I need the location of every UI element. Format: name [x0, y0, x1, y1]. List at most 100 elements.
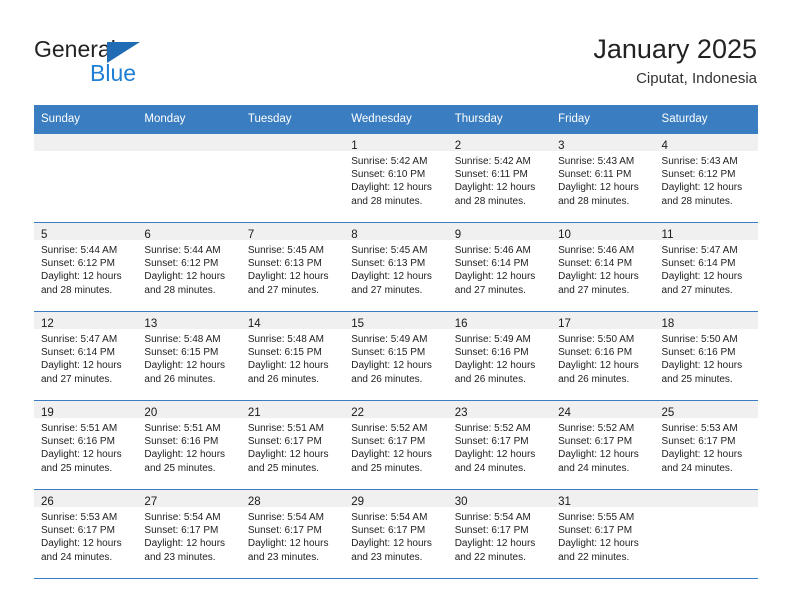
calendar-day-cell[interactable]: 4 Sunrise: 5:43 AM Sunset: 6:12 PM Daylight…	[654, 133, 758, 223]
weekday-header-wednesday: Wednesday	[344, 105, 448, 134]
daylight-text-line2: and 28 minutes.	[144, 284, 216, 296]
daylight-text-line2: and 24 minutes.	[454, 462, 526, 474]
calendar-day-cell[interactable]: 12 Sunrise: 5:47 AM Sunset: 6:14 PM Dayligh…	[34, 311, 138, 401]
day-number-band: 15	[344, 312, 448, 330]
sunset-text: Sunset: 6:14 PM	[558, 258, 633, 270]
title-block: January 2025 Ciputat, Indonesia	[593, 33, 757, 89]
calendar-day-cell[interactable]: 19 Sunrise: 5:51 AM Sunset: 6:16 PM Dayligh…	[34, 400, 138, 490]
sunrise-text: Sunrise: 5:51 AM	[41, 423, 118, 434]
calendar-day-cell[interactable]: 3 Sunrise: 5:43 AM Sunset: 6:11 PM Daylight…	[551, 133, 655, 223]
calendar-day-cell[interactable]: 7 Sunrise: 5:45 AM Sunset: 6:13 PM Daylight…	[240, 222, 345, 312]
calendar-day-cell[interactable]: 28 Sunrise: 5:54 AM Sunset: 6:17 PM Dayligh…	[240, 489, 345, 579]
day-number-band: 7	[240, 223, 345, 241]
daylight-text-line1: Daylight: 12 hours	[558, 182, 639, 194]
day-cell-body: Sunrise: 5:54 AM Sunset: 6:17 PM Daylight:…	[448, 507, 551, 564]
day-number: 16	[454, 318, 468, 330]
day-number-band: 19	[34, 401, 138, 419]
day-cell-body: Sunrise: 5:43 AM Sunset: 6:12 PM Daylight:…	[655, 151, 758, 208]
day-cell-body: Sunrise: 5:42 AM Sunset: 6:10 PM Daylight:…	[344, 151, 447, 208]
calendar-day-cell[interactable]: 13 Sunrise: 5:48 AM Sunset: 6:15 PM Dayligh…	[137, 311, 241, 401]
daylight-text-line2: and 24 minutes.	[558, 462, 630, 474]
day-number: 24	[558, 407, 571, 419]
calendar-day-cell[interactable]: 1 Sunrise: 5:42 AM Sunset: 6:10 PM Daylight…	[344, 133, 448, 223]
day-number: 19	[41, 407, 54, 419]
calendar-day-cell[interactable]: 6 Sunrise: 5:44 AM Sunset: 6:12 PM Daylight…	[137, 222, 241, 312]
sunset-text: Sunset: 6:11 PM	[454, 169, 528, 181]
sunset-text: Sunset: 6:17 PM	[558, 525, 633, 537]
day-number-band: 8	[344, 223, 448, 241]
calendar-day-cell[interactable]: 10 Sunrise: 5:46 AM Sunset: 6:14 PM Dayligh…	[551, 222, 655, 312]
day-number-band: 10	[551, 223, 655, 241]
daylight-text-line2: and 25 minutes.	[247, 462, 320, 474]
daylight-text-line2: and 28 minutes.	[41, 284, 113, 296]
calendar-day-cell[interactable]: 29 Sunrise: 5:54 AM Sunset: 6:17 PM Dayligh…	[344, 489, 448, 579]
sunrise-text: Sunrise: 5:54 AM	[351, 512, 428, 523]
calendar-day-cell[interactable]: 2 Sunrise: 5:42 AM Sunset: 6:11 PM Daylight…	[447, 133, 552, 223]
sunset-text: Sunset: 6:17 PM	[454, 525, 529, 537]
sunrise-text: Sunrise: 5:53 AM	[661, 423, 738, 434]
sunrise-text: Sunrise: 5:44 AM	[41, 245, 118, 256]
sunset-text: Sunset: 6:13 PM	[351, 258, 426, 270]
calendar-day-cell[interactable]: 18 Sunrise: 5:50 AM Sunset: 6:16 PM Dayligh…	[654, 311, 758, 401]
daylight-text-line1: Daylight: 12 hours	[454, 360, 536, 372]
calendar-day-cell[interactable]: 17 Sunrise: 5:50 AM Sunset: 6:16 PM Dayligh…	[551, 311, 655, 401]
calendar-day-cell[interactable]: 8 Sunrise: 5:45 AM Sunset: 6:13 PM Daylight…	[344, 222, 448, 312]
weekday-header-friday: Friday	[551, 105, 655, 134]
calendar-day-cell[interactable]: 23 Sunrise: 5:52 AM Sunset: 6:17 PM Dayligh…	[447, 400, 552, 490]
sunset-text: Sunset: 6:12 PM	[661, 169, 736, 181]
daylight-text-line1: Daylight: 12 hours	[558, 271, 639, 283]
sunrise-text: Sunrise: 5:55 AM	[558, 512, 635, 523]
calendar-day-cell[interactable]: 22 Sunrise: 5:52 AM Sunset: 6:17 PM Dayligh…	[344, 400, 448, 490]
day-number-band: 13	[137, 312, 241, 330]
calendar-day-cell-empty	[34, 133, 138, 223]
daylight-text-line1: Daylight: 12 hours	[41, 271, 122, 283]
day-number-band: 1	[344, 134, 448, 152]
daylight-text-line1: Daylight: 12 hours	[144, 271, 226, 283]
day-number-band: 29	[344, 490, 448, 508]
calendar-week-row: 19 Sunrise: 5:51 AM Sunset: 6:16 PM Dayligh…	[34, 400, 758, 490]
sunset-text: Sunset: 6:16 PM	[661, 347, 736, 359]
daylight-text-line2: and 27 minutes.	[454, 284, 526, 296]
calendar-day-cell[interactable]: 30 Sunrise: 5:54 AM Sunset: 6:17 PM Dayligh…	[447, 489, 552, 579]
calendar-day-cell[interactable]: 27 Sunrise: 5:54 AM Sunset: 6:17 PM Dayligh…	[137, 489, 241, 579]
calendar-day-cell[interactable]: 15 Sunrise: 5:49 AM Sunset: 6:15 PM Dayligh…	[344, 311, 448, 401]
day-cell-body	[34, 151, 137, 155]
sunset-text: Sunset: 6:15 PM	[144, 347, 219, 359]
calendar-day-cell-empty	[654, 489, 758, 579]
calendar-day-cell[interactable]: 5 Sunrise: 5:44 AM Sunset: 6:12 PM Daylight…	[34, 222, 138, 312]
day-number: 23	[454, 407, 468, 419]
day-cell-body: Sunrise: 5:49 AM Sunset: 6:16 PM Daylight:…	[448, 329, 551, 386]
sunrise-text: Sunrise: 5:47 AM	[661, 245, 738, 256]
day-number-band: 5	[34, 223, 138, 241]
calendar-day-cell[interactable]: 24 Sunrise: 5:52 AM Sunset: 6:17 PM Dayligh…	[551, 400, 655, 490]
calendar-day-cell[interactable]: 16 Sunrise: 5:49 AM Sunset: 6:16 PM Dayligh…	[447, 311, 552, 401]
calendar-day-cell[interactable]: 20 Sunrise: 5:51 AM Sunset: 6:16 PM Dayligh…	[137, 400, 241, 490]
day-number-band	[654, 490, 758, 507]
daylight-text-line1: Daylight: 12 hours	[661, 271, 743, 283]
day-number-band: 4	[654, 134, 758, 152]
daylight-text-line1: Daylight: 12 hours	[558, 449, 639, 461]
calendar-day-cell[interactable]: 9 Sunrise: 5:46 AM Sunset: 6:14 PM Daylight…	[447, 222, 552, 312]
day-number: 21	[247, 407, 261, 419]
daylight-text-line1: Daylight: 12 hours	[247, 538, 329, 550]
day-number: 12	[41, 318, 54, 330]
sunrise-text: Sunrise: 5:53 AM	[41, 512, 118, 523]
calendar-day-cell[interactable]: 25 Sunrise: 5:53 AM Sunset: 6:17 PM Dayligh…	[654, 400, 758, 490]
day-cell-body	[241, 151, 344, 155]
sunrise-text: Sunrise: 5:54 AM	[144, 512, 221, 523]
day-number: 27	[144, 496, 158, 508]
daylight-text-line1: Daylight: 12 hours	[351, 182, 432, 194]
calendar-day-cell[interactable]: 31 Sunrise: 5:55 AM Sunset: 6:17 PM Dayligh…	[551, 489, 655, 579]
day-cell-body: Sunrise: 5:47 AM Sunset: 6:14 PM Daylight:…	[34, 329, 137, 386]
calendar-day-cell[interactable]: 21 Sunrise: 5:51 AM Sunset: 6:17 PM Dayligh…	[240, 400, 345, 490]
daylight-text-line1: Daylight: 12 hours	[661, 449, 743, 461]
day-number: 17	[558, 318, 571, 330]
day-cell-body: Sunrise: 5:52 AM Sunset: 6:17 PM Daylight:…	[448, 418, 551, 475]
daylight-text-line2: and 23 minutes.	[144, 551, 216, 563]
calendar-day-cell[interactable]: 11 Sunrise: 5:47 AM Sunset: 6:14 PM Dayligh…	[654, 222, 758, 312]
daylight-text-line2: and 28 minutes.	[661, 195, 733, 207]
calendar-day-cell[interactable]: 26 Sunrise: 5:53 AM Sunset: 6:17 PM Dayligh…	[34, 489, 138, 579]
calendar-day-cell[interactable]: 14 Sunrise: 5:48 AM Sunset: 6:15 PM Dayligh…	[240, 311, 345, 401]
day-number: 13	[144, 318, 158, 330]
sunrise-text: Sunrise: 5:45 AM	[351, 245, 428, 256]
